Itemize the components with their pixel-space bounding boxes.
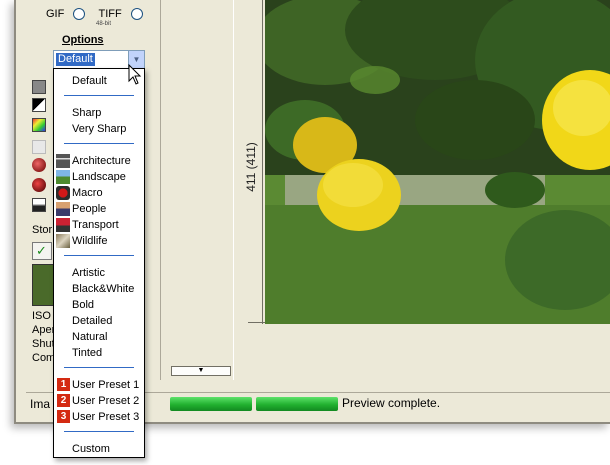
dropdown-item[interactable]: Macro <box>54 185 144 201</box>
store-label: Stor <box>32 224 53 236</box>
options-dropdown-list: Default Sharp Very Sharp Architecture Landsc… <box>53 68 145 458</box>
dropdown-item[interactable]: Artistic <box>54 265 144 281</box>
dropdown-item-label: Detailed <box>72 315 113 327</box>
dropdown-item[interactable]: Wildlife <box>54 233 144 249</box>
dropdown-item-label: Wildlife <box>72 235 108 247</box>
progress-bar <box>170 397 338 411</box>
dropdown-item-label: Artistic <box>72 267 105 279</box>
people-icon <box>56 202 70 216</box>
histogram <box>32 264 54 306</box>
status-label: Ima <box>30 397 51 411</box>
color-icon[interactable] <box>32 118 46 132</box>
apply-button[interactable]: ✓ <box>32 242 52 260</box>
gif-label: GIF <box>46 8 65 20</box>
tiff-label: TIFF <box>98 8 122 20</box>
dropdown-separator <box>64 431 134 432</box>
panel-scroll-button[interactable]: ▼ <box>171 366 231 376</box>
check-icon: ✓ <box>36 243 47 258</box>
dropdown-item-label: Transport <box>72 219 119 231</box>
dropdown-separator <box>64 143 134 144</box>
dropdown-item-label: Architecture <box>72 155 131 167</box>
dropdown-item-label: Tinted <box>72 347 103 359</box>
dropdown-item[interactable]: Sharp <box>54 105 144 121</box>
dropdown-separator <box>64 255 134 256</box>
levels-icon[interactable] <box>32 198 46 212</box>
dropdown-item[interactable]: People <box>54 201 144 217</box>
dropdown-item[interactable]: Tinted <box>54 345 144 361</box>
dropdown-item[interactable]: Very Sharp <box>54 121 144 137</box>
dropdown-item-label: Macro <box>72 187 103 199</box>
dropdown-item[interactable]: Architecture <box>54 153 144 169</box>
dropdown-item[interactable]: Detailed <box>54 313 144 329</box>
dropdown-item-label: Natural <box>72 331 108 343</box>
dropdown-item-label: People <box>72 203 107 215</box>
dropdown-item[interactable]: Natural <box>54 329 144 345</box>
dropdown-item[interactable]: Transport <box>54 217 144 233</box>
eye-icon[interactable] <box>32 80 46 94</box>
dropdown-item-label: Custom <box>72 443 110 455</box>
dropdown-item-label: Black&White <box>72 283 135 295</box>
dropdown-item[interactable]: 2 User Preset 2 <box>54 393 144 409</box>
dropdown-item-label: Bold <box>72 299 95 311</box>
mouse-cursor-icon <box>128 64 142 85</box>
dropdown-item-label: Very Sharp <box>72 123 127 135</box>
preset-number-badge: 2 <box>57 394 70 407</box>
dropdown-item-label: Landscape <box>72 171 126 183</box>
dropdown-item[interactable]: 1 User Preset 1 <box>54 377 144 393</box>
dropdown-item-label: User Preset 1 <box>72 379 140 391</box>
landscape-icon <box>56 170 70 184</box>
options-title: Options <box>62 34 104 46</box>
dropdown-item[interactable]: Custom <box>54 441 144 457</box>
architecture-icon <box>56 154 70 168</box>
meta-aperture: Aper <box>32 324 56 336</box>
tiff-bit-note: 48-bit <box>96 21 112 27</box>
blank-icon[interactable] <box>32 140 46 154</box>
dropdown-item[interactable]: 3 User Preset 3 <box>54 409 144 425</box>
preview-image[interactable] <box>265 0 610 324</box>
contrast-icon[interactable] <box>32 98 46 112</box>
preset-number-badge: 1 <box>57 378 70 391</box>
dropdown-item-label: User Preset 2 <box>72 395 140 407</box>
gif-radio[interactable] <box>73 8 86 21</box>
dropdown-item-label: Default <box>72 75 107 87</box>
dropdown-item[interactable]: Landscape <box>54 169 144 185</box>
preview-dimension-label: 411 (411) <box>243 142 258 192</box>
meta-shutter: Shut <box>32 338 55 350</box>
options-selected-value: Default <box>56 53 95 66</box>
tiff-radio[interactable] <box>130 8 143 21</box>
progress-segment <box>256 397 338 411</box>
transport-icon <box>56 218 70 232</box>
red-ball-icon[interactable] <box>32 158 46 172</box>
dropdown-item-label: User Preset 3 <box>72 411 140 423</box>
meta-iso: ISO <box>32 310 51 322</box>
ruler-vertical <box>262 0 263 324</box>
preset-number-badge: 3 <box>57 410 70 423</box>
macro-icon <box>56 186 70 200</box>
thumbnail-panel <box>160 0 234 380</box>
wildlife-icon <box>56 234 70 248</box>
red-dot-icon[interactable] <box>32 178 46 192</box>
dropdown-separator <box>64 95 134 96</box>
progress-segment <box>170 397 252 411</box>
dropdown-item-label: Sharp <box>72 107 102 119</box>
dropdown-item[interactable]: Bold <box>54 297 144 313</box>
status-text: Preview complete. <box>342 396 441 410</box>
format-row: GIF TIFF <box>46 8 143 21</box>
dropdown-item[interactable]: Black&White <box>54 281 144 297</box>
dropdown-separator <box>64 367 134 368</box>
meta-comp: Com <box>32 352 56 364</box>
lemon-tree-photo <box>265 0 610 324</box>
